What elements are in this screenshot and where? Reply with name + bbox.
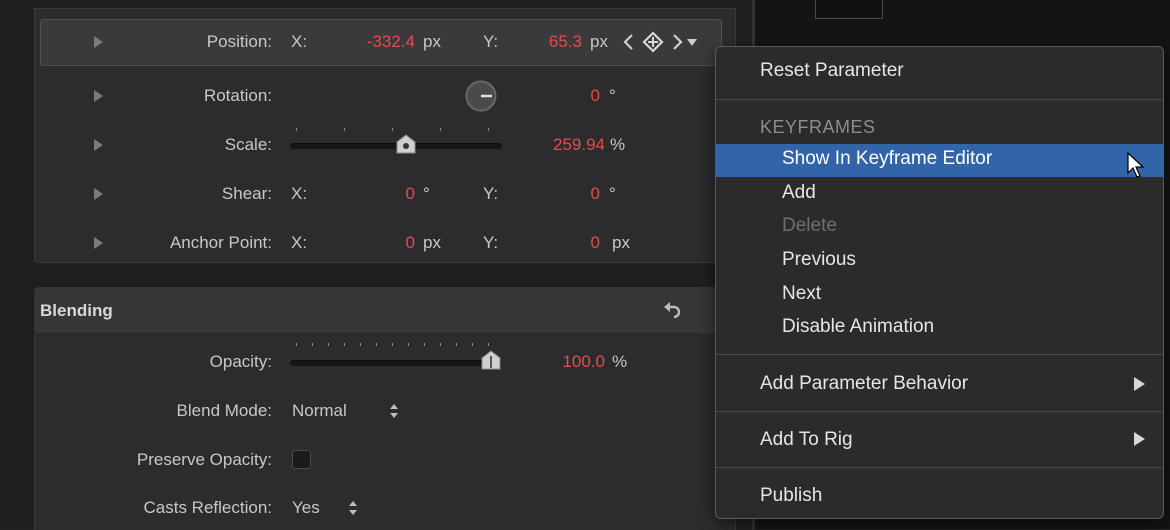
submenu-arrow-icon bbox=[1134, 432, 1145, 446]
slider-tick bbox=[488, 343, 489, 346]
preserve-opacity-checkbox[interactable] bbox=[292, 450, 311, 469]
anchor-x-unit: px bbox=[423, 233, 441, 252]
opacity-label: Opacity: bbox=[209, 352, 272, 371]
slider-tick bbox=[456, 343, 457, 346]
menu-show-in-keyframe-editor[interactable]: Show In Keyframe Editor bbox=[782, 148, 992, 170]
menu-keyframes-header: KEYFRAMES bbox=[760, 117, 876, 137]
slider-tick bbox=[440, 128, 441, 131]
menu-separator bbox=[716, 99, 1163, 100]
opacity-slider[interactable] bbox=[290, 360, 502, 366]
menu-separator bbox=[716, 411, 1163, 412]
menu-separator bbox=[716, 467, 1163, 468]
anchor-y-label: Y: bbox=[483, 233, 499, 252]
menu-separator bbox=[716, 354, 1163, 355]
anchor-x-value[interactable]: 0 bbox=[370, 233, 415, 253]
context-menu: Reset Parameter KEYFRAMES Show In Keyfra… bbox=[715, 46, 1164, 519]
thumbnail bbox=[815, 0, 883, 19]
slider-tick bbox=[344, 128, 345, 131]
slider-tick bbox=[472, 343, 473, 346]
expand-scale-icon[interactable] bbox=[94, 139, 103, 151]
mouse-pointer-icon bbox=[1127, 151, 1145, 178]
blend-mode-stepper-icon[interactable] bbox=[389, 402, 399, 420]
menu-disable-animation[interactable]: Disable Animation bbox=[782, 316, 934, 338]
shear-y-label: Y: bbox=[483, 184, 499, 203]
rotation-label: Rotation: bbox=[203, 86, 272, 105]
scale-value[interactable]: 259.94 bbox=[530, 135, 605, 155]
keyframe-nav-icon[interactable] bbox=[620, 30, 698, 54]
expand-anchor-icon[interactable] bbox=[94, 237, 103, 249]
menu-delete: Delete bbox=[782, 215, 837, 236]
expand-position-icon[interactable] bbox=[94, 36, 103, 48]
slider-tick bbox=[344, 343, 345, 346]
slider-tick bbox=[488, 128, 489, 131]
slider-tick bbox=[296, 343, 297, 346]
preserve-opacity-label: Preserve Opacity: bbox=[136, 450, 272, 469]
slider-tick bbox=[296, 128, 297, 131]
anchor-y-value[interactable]: 0 bbox=[560, 233, 600, 253]
scale-slider-knob[interactable] bbox=[395, 134, 417, 154]
expand-shear-icon[interactable] bbox=[94, 188, 103, 200]
position-x-label: X: bbox=[291, 32, 308, 51]
shear-y-unit: ° bbox=[609, 184, 616, 203]
scale-label: Scale: bbox=[224, 135, 272, 154]
shear-x-label: X: bbox=[291, 184, 308, 203]
rotation-value[interactable]: 0 bbox=[560, 86, 600, 106]
slider-tick bbox=[392, 343, 393, 346]
opacity-value[interactable]: 100.0 bbox=[530, 352, 605, 372]
shear-x-unit: ° bbox=[423, 184, 430, 203]
slider-tick bbox=[312, 343, 313, 346]
menu-add-to-rig[interactable]: Add To Rig bbox=[760, 429, 853, 451]
slider-tick bbox=[424, 343, 425, 346]
position-y-unit: px bbox=[590, 32, 608, 51]
inspector-panel: Position: X: -332.4 px Y: 65.3 px Rotati… bbox=[0, 0, 752, 530]
menu-add[interactable]: Add bbox=[782, 182, 816, 204]
position-label: Position: bbox=[206, 32, 272, 51]
anchor-point-label: Anchor Point: bbox=[169, 233, 272, 252]
opacity-ticks bbox=[296, 343, 500, 347]
blending-header bbox=[34, 287, 734, 334]
casts-reflection-label: Casts Reflection: bbox=[143, 498, 273, 517]
submenu-arrow-icon bbox=[1134, 377, 1145, 391]
rotation-unit: ° bbox=[609, 86, 616, 105]
position-y-value[interactable]: 65.3 bbox=[520, 32, 582, 52]
menu-next[interactable]: Next bbox=[782, 283, 821, 305]
menu-previous[interactable]: Previous bbox=[782, 249, 856, 271]
casts-reflection-stepper-icon[interactable] bbox=[348, 499, 358, 517]
scale-ticks bbox=[296, 128, 500, 132]
blending-title: Blending bbox=[40, 301, 113, 320]
slider-tick bbox=[328, 343, 329, 346]
slider-tick bbox=[392, 128, 393, 131]
position-y-label: Y: bbox=[483, 32, 499, 51]
menu-publish[interactable]: Publish bbox=[760, 485, 822, 507]
opacity-slider-knob[interactable] bbox=[480, 350, 502, 370]
menu-reset-parameter[interactable]: Reset Parameter bbox=[760, 60, 904, 82]
shear-label: Shear: bbox=[221, 184, 272, 203]
anchor-x-label: X: bbox=[291, 233, 308, 252]
anchor-y-unit: px bbox=[612, 233, 630, 252]
position-x-unit: px bbox=[423, 32, 441, 51]
rotation-dial[interactable] bbox=[464, 79, 498, 113]
shear-y-value[interactable]: 0 bbox=[560, 184, 600, 204]
opacity-unit: % bbox=[612, 352, 628, 371]
casts-reflection-value[interactable]: Yes bbox=[292, 498, 320, 518]
scale-unit: % bbox=[610, 135, 626, 154]
slider-tick bbox=[440, 343, 441, 346]
reset-icon[interactable] bbox=[662, 301, 682, 321]
position-x-value[interactable]: -332.4 bbox=[330, 32, 415, 52]
shear-x-value[interactable]: 0 bbox=[370, 184, 415, 204]
slider-tick bbox=[360, 343, 361, 346]
slider-tick bbox=[408, 343, 409, 346]
blend-mode-value[interactable]: Normal bbox=[292, 401, 347, 421]
expand-rotation-icon[interactable] bbox=[94, 90, 103, 102]
blend-mode-label: Blend Mode: bbox=[176, 401, 272, 420]
menu-add-parameter-behavior[interactable]: Add Parameter Behavior bbox=[760, 373, 968, 395]
slider-tick bbox=[376, 343, 377, 346]
